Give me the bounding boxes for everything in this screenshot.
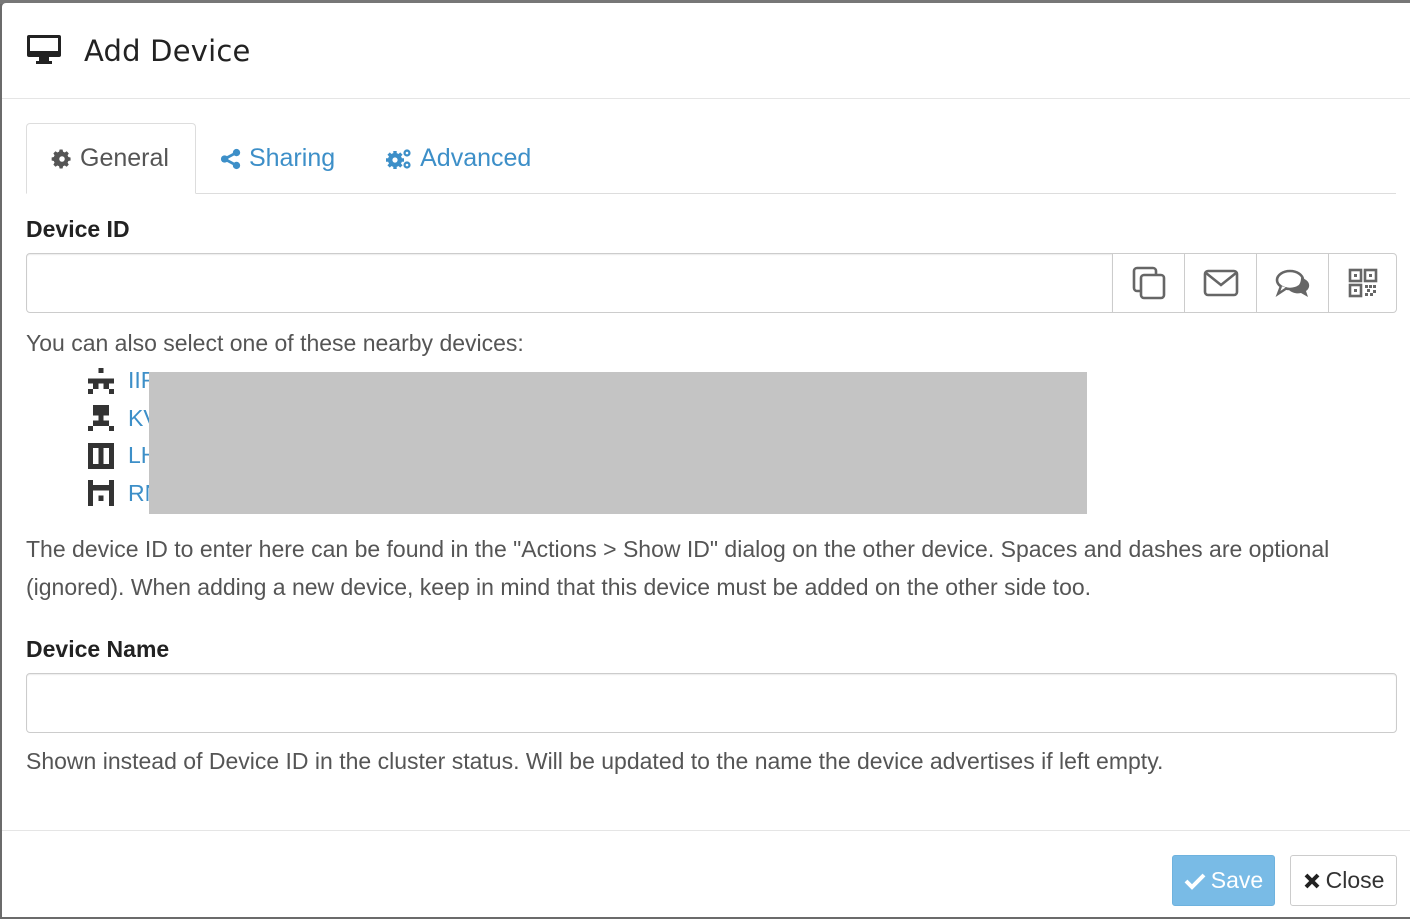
tab-general-label: General xyxy=(80,144,169,172)
copy-icon xyxy=(1132,266,1165,300)
save-button[interactable]: Save xyxy=(1172,855,1275,906)
modal-title: Add Device xyxy=(84,33,251,68)
envelope-icon xyxy=(1203,269,1238,297)
device-name-input[interactable] xyxy=(26,673,1397,733)
device-id-input-group xyxy=(26,253,1397,313)
tab-sharing-label: Sharing xyxy=(248,144,336,172)
modal-footer: Save Close xyxy=(2,830,1410,919)
tab-general[interactable]: General xyxy=(26,123,196,194)
device-id-help: The device ID to enter here can be found… xyxy=(26,536,1330,600)
device-id-input[interactable] xyxy=(26,253,1113,313)
email-button[interactable] xyxy=(1185,253,1257,313)
tab-sharing[interactable]: Sharing xyxy=(196,124,361,193)
tab-bar: General Sharing Advanced xyxy=(26,123,1396,194)
modal-header: Add Device xyxy=(2,3,1410,99)
redacted-region xyxy=(149,372,1087,514)
close-label: Close xyxy=(1325,867,1385,893)
qrcode-icon xyxy=(1348,268,1377,298)
identicon-icon xyxy=(88,442,114,469)
chat-share-button[interactable] xyxy=(1257,253,1329,313)
device-name-label: Device Name xyxy=(26,636,170,662)
comments-icon xyxy=(1275,269,1309,298)
save-label: Save xyxy=(1210,867,1264,893)
close-icon xyxy=(1304,873,1320,888)
tab-advanced[interactable]: Advanced xyxy=(361,124,557,193)
desktop-icon xyxy=(27,34,61,64)
device-name-help: Shown instead of Device ID in the cluste… xyxy=(26,748,1164,774)
identicon-icon xyxy=(88,480,114,507)
tab-advanced-label: Advanced xyxy=(420,144,532,172)
identicon-icon xyxy=(88,405,114,432)
identicon-icon xyxy=(88,367,114,394)
device-id-label: Device ID xyxy=(26,216,130,242)
check-icon xyxy=(1184,873,1206,890)
gear-icon xyxy=(51,149,71,168)
close-button[interactable]: Close xyxy=(1290,855,1397,906)
gears-icon xyxy=(386,148,411,169)
nearby-devices-intro: You can also select one of these nearby … xyxy=(26,330,524,356)
share-icon xyxy=(220,148,241,169)
qr-code-button[interactable] xyxy=(1329,253,1397,313)
copy-button[interactable] xyxy=(1113,253,1185,313)
